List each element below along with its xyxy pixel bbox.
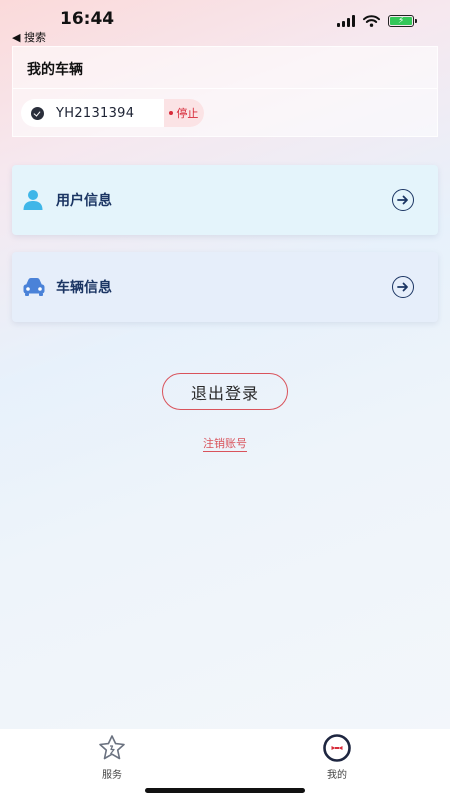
arrow-right-circle-icon[interactable] [392,189,414,211]
service-star-icon [97,734,127,764]
status-icons: ⚡ [337,15,417,27]
vehicle-info-label: 车辆信息 [56,280,112,296]
car-icon [22,276,45,298]
status-bar: 16:44 ◀ 搜索 ⚡ [0,0,450,46]
status-time: 16:44 [60,9,115,29]
arrow-right-circle-icon[interactable] [392,276,414,298]
cellular-signal-icon [337,15,355,27]
back-to-search-link[interactable]: ◀ 搜索 [12,29,46,45]
vehicle-plate-chip[interactable]: YH2131394 停止 [21,99,205,127]
vehicle-info-card[interactable]: 车辆信息 [12,252,438,322]
tab-service[interactable]: 服务 [82,734,142,781]
battery-charging-icon: ⚡ [388,15,417,27]
my-vehicle-card: 我的车辆 YH2131394 停止 [12,46,438,137]
user-info-card[interactable]: 用户信息 [12,165,438,235]
logout-button[interactable]: 退出登录 [162,373,288,410]
cancel-account-container: 注销账号 [0,432,450,452]
check-circle-icon [31,106,44,120]
plate-number: YH2131394 [56,105,135,121]
vehicle-status-text: 停止 [176,107,199,120]
home-indicator [145,788,305,793]
tab-mine-label: 我的 [327,770,347,781]
divider [13,88,437,89]
tab-mine[interactable]: 我的 [307,734,367,781]
vehicle-status-badge: 停止 [164,99,205,127]
cancel-account-link[interactable]: 注销账号 [203,437,247,452]
user-icon [22,189,44,211]
status-dot-icon [169,111,174,115]
tab-service-label: 服务 [102,770,122,781]
user-info-label: 用户信息 [56,193,112,209]
wifi-icon [363,15,380,27]
my-vehicle-title: 我的车辆 [27,62,83,78]
profile-icon [322,734,352,764]
